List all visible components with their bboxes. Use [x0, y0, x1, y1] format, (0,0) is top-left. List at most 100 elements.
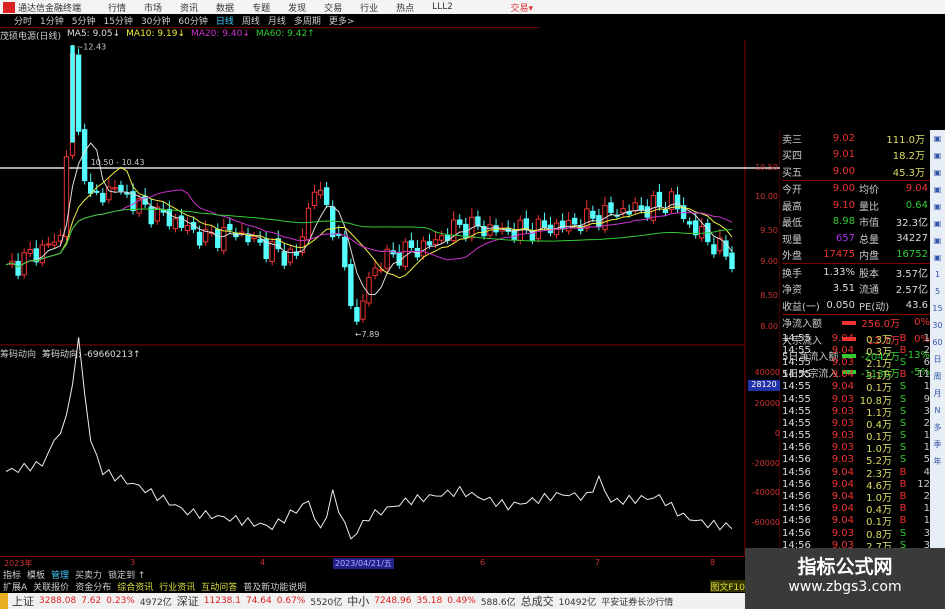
candle-body: [511, 229, 517, 240]
period-tab[interactable]: 分时: [14, 14, 32, 27]
app-title: 通达信金融终端: [18, 3, 82, 14]
side-tool-icon[interactable]: ▣: [934, 249, 942, 266]
period-tab[interactable]: 更多>: [329, 14, 355, 27]
side-period-button[interactable]: 30: [932, 317, 942, 334]
tick-count: 2: [923, 417, 930, 429]
watermark-url: www.zbgs3.com: [788, 579, 902, 595]
tab-ext[interactable]: 关联报价: [33, 580, 69, 593]
tick-side: B: [899, 478, 907, 490]
side-period-button[interactable]: 1: [935, 266, 940, 283]
tick-count: 4: [923, 466, 930, 478]
period-tab[interactable]: 多周期: [294, 14, 321, 27]
menu-item[interactable]: 发现: [288, 1, 306, 14]
side-period-button[interactable]: 5: [935, 283, 940, 300]
menu-item[interactable]: 专题: [252, 1, 270, 14]
side-period-button[interactable]: 15: [932, 300, 942, 317]
period-tab[interactable]: 1分钟: [40, 14, 64, 27]
price-tick: 9.00: [760, 257, 778, 266]
menu-item[interactable]: 资讯: [180, 1, 198, 14]
tick-price: 9.03: [831, 454, 854, 466]
candle-body: [662, 209, 669, 214]
menu-item[interactable]: 行业: [360, 1, 378, 14]
tick-side: B: [899, 344, 907, 356]
sz-label[interactable]: 深证: [177, 593, 199, 609]
side-period-button[interactable]: 周: [934, 368, 942, 385]
menu-item[interactable]: 数据: [216, 1, 234, 14]
sz-pct: 0.67%: [276, 596, 306, 606]
menu-item[interactable]: 市场: [144, 1, 162, 14]
side-period-button[interactable]: 日: [934, 351, 942, 368]
date-cursor-label: 2023/04/21/五: [333, 558, 394, 569]
side-tool-icon[interactable]: ▣: [934, 181, 942, 198]
candle-body: [287, 248, 294, 263]
tab-ext[interactable]: 行业资讯: [159, 580, 195, 593]
period-tab[interactable]: 5分钟: [72, 14, 96, 27]
tab-manage[interactable]: 管理: [51, 568, 69, 581]
side-period-button[interactable]: 多: [934, 419, 942, 436]
indicator-line: [5, 337, 733, 540]
flow-bar: [842, 320, 856, 325]
stat-value: 2.57亿: [895, 285, 928, 297]
side-period-button[interactable]: N: [935, 402, 941, 419]
menu-item[interactable]: 交易: [324, 1, 342, 14]
stat-label: 现量: [782, 234, 802, 246]
menu-item[interactable]: LLL2: [432, 2, 453, 12]
tab-ext[interactable]: 扩展A: [3, 580, 27, 593]
stat-label: 换手: [782, 268, 802, 280]
side-tool-icon[interactable]: ▣: [934, 232, 942, 249]
zx-label[interactable]: 中小: [347, 593, 369, 609]
tick-price: 9.03: [831, 417, 854, 429]
period-tab[interactable]: 周线: [242, 14, 260, 27]
tab-indicator[interactable]: 指标: [3, 568, 21, 581]
candle-body: [39, 244, 45, 264]
price-tick: 10.00: [755, 192, 778, 201]
side-tool-icon[interactable]: ▣: [934, 215, 942, 232]
tab-ext[interactable]: 资金分布: [75, 580, 111, 593]
tab-ext[interactable]: 综合资讯: [117, 580, 153, 593]
f10-button[interactable]: 图文F10: [710, 580, 745, 593]
tick-side: S: [899, 430, 907, 442]
side-period-button[interactable]: 年: [934, 453, 942, 470]
tab-lock[interactable]: 锁定到 ↑: [108, 568, 145, 581]
watermark: 指标公式网 www.zbgs3.com: [745, 548, 945, 609]
tab-template[interactable]: 模板: [27, 568, 45, 581]
candle-body: [693, 220, 699, 236]
tab-buysell-power[interactable]: 买卖力: [75, 568, 102, 581]
tick-count: 6: [923, 356, 930, 368]
candle-body: [620, 208, 626, 214]
side-period-button[interactable]: 月: [934, 385, 942, 402]
menu-item[interactable]: 行情: [108, 1, 126, 14]
side-tool-icon[interactable]: ▣: [934, 164, 942, 181]
side-period-button[interactable]: 季: [934, 436, 942, 453]
period-tab-active[interactable]: 日线: [216, 14, 234, 27]
sh-value: 3288.08: [39, 596, 77, 606]
side-tool-icon[interactable]: ▣: [934, 147, 942, 164]
price-tick: 9.50: [760, 226, 778, 235]
side-tool-icon[interactable]: ▣: [934, 130, 942, 147]
tick-side: S: [899, 417, 907, 429]
trade-menu[interactable]: 交易▾: [510, 1, 533, 14]
period-tab[interactable]: 60分钟: [178, 14, 207, 27]
period-tab[interactable]: 30分钟: [141, 14, 170, 27]
tab-ext[interactable]: 普及新功能说明: [243, 580, 306, 593]
sh-change: 7.62: [81, 596, 102, 606]
menu-item[interactable]: 热点: [396, 1, 414, 14]
stat-label: 最低: [782, 218, 802, 230]
period-tab[interactable]: 15分钟: [103, 14, 132, 27]
sz-change: 74.64: [245, 596, 272, 606]
period-tab[interactable]: 月线: [268, 14, 286, 27]
indicator-name[interactable]: 筹码动向: [0, 347, 36, 360]
price-tick: 10.50: [755, 163, 778, 172]
tick-price: 9.04: [831, 466, 854, 478]
tick-time: 14:55: [782, 356, 811, 368]
candle-body: [572, 217, 578, 225]
sh-label[interactable]: 上证: [0, 593, 34, 609]
kline-chart[interactable]: ~12.43 10.50 - 10.43 ←7.89: [0, 40, 780, 556]
side-tool-icon[interactable]: ▣: [934, 198, 942, 215]
zx-change: 35.18: [416, 596, 443, 606]
stat-label: 最高: [782, 201, 802, 213]
tab-ext[interactable]: 互动问答: [201, 580, 237, 593]
side-toolbar: ▣ ▣ ▣ ▣ ▣ ▣ ▣ ▣ 1 5 15 30 60 日周月 N 多季年: [930, 130, 945, 550]
side-period-button[interactable]: 60: [932, 334, 942, 351]
tick-count: 1: [923, 381, 930, 393]
